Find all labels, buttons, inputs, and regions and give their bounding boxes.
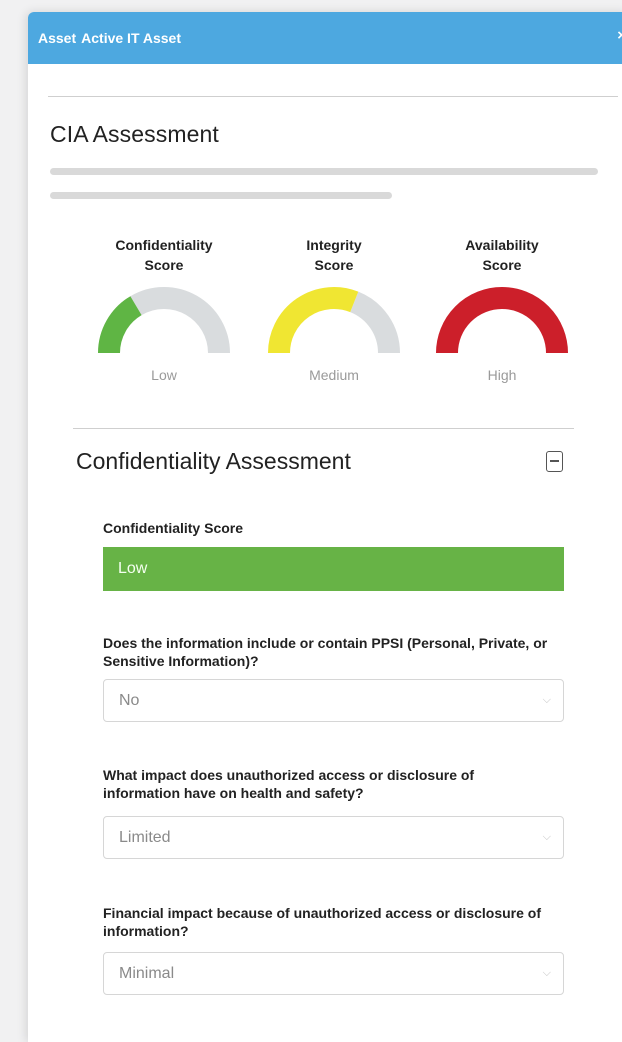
gauge-value: Low — [151, 367, 177, 383]
asset-panel: Asset Active IT Asset × CIA Assessment C… — [28, 12, 622, 1042]
select-value: Minimal — [119, 964, 175, 982]
confidentiality-score-bar: Low — [103, 547, 564, 591]
ppsi-select[interactable]: No ⌵ — [103, 679, 564, 722]
financial-impact-select[interactable]: Minimal ⌵ — [103, 952, 564, 995]
loading-placeholder-line — [50, 168, 598, 175]
gauge-fill — [98, 296, 143, 354]
gauge-track — [349, 291, 400, 354]
close-icon[interactable]: × — [617, 27, 622, 44]
chevron-down-icon: ⌵ — [542, 694, 551, 706]
question-ppsi: Does the information include or contain … — [103, 635, 548, 669]
loading-placeholder-line — [50, 192, 392, 199]
select-value: No — [119, 691, 140, 709]
gauge-label: Confidentiality Score — [115, 237, 213, 273]
integrity-gauge: Integrity Score Medium — [264, 235, 404, 383]
health-safety-select[interactable]: Limited ⌵ — [103, 816, 564, 859]
question-financial-impact: Financial impact because of unauthorized… — [103, 905, 542, 939]
gauge-arc — [436, 287, 568, 354]
title-main: Active IT Asset — [81, 30, 181, 46]
score-value: Low — [118, 560, 148, 577]
gauge-arc — [268, 287, 400, 354]
minus-square-icon[interactable] — [546, 451, 563, 472]
gauge-fill — [268, 287, 359, 354]
select-value: Limited — [119, 828, 171, 846]
gauge-track — [130, 287, 230, 354]
chevron-down-icon: ⌵ — [542, 967, 551, 979]
gauge-label: Availability Score — [465, 237, 539, 273]
panel-titlebar: Asset Active IT Asset × — [28, 12, 622, 64]
section-title: CIA Assessment — [50, 121, 219, 147]
gauge-fill — [436, 287, 568, 354]
title-prefix: Asset — [38, 30, 77, 46]
divider — [73, 428, 574, 429]
gauge-value: High — [487, 367, 517, 383]
confidentiality-score-label: Confidentiality Score — [103, 520, 244, 536]
divider — [48, 96, 618, 97]
gauge-value: Medium — [309, 367, 359, 383]
question-health-safety: What impact does unauthorized access or … — [103, 767, 475, 801]
confidentiality-assessment-title: Confidentiality Assessment — [76, 448, 351, 474]
gauge-arc — [98, 287, 230, 354]
confidentiality-gauge: Confidentiality Score Low — [94, 235, 234, 383]
gauge-label: Integrity Score — [306, 237, 362, 273]
chevron-down-icon: ⌵ — [542, 831, 551, 843]
availability-gauge: Availability Score High — [432, 235, 572, 383]
